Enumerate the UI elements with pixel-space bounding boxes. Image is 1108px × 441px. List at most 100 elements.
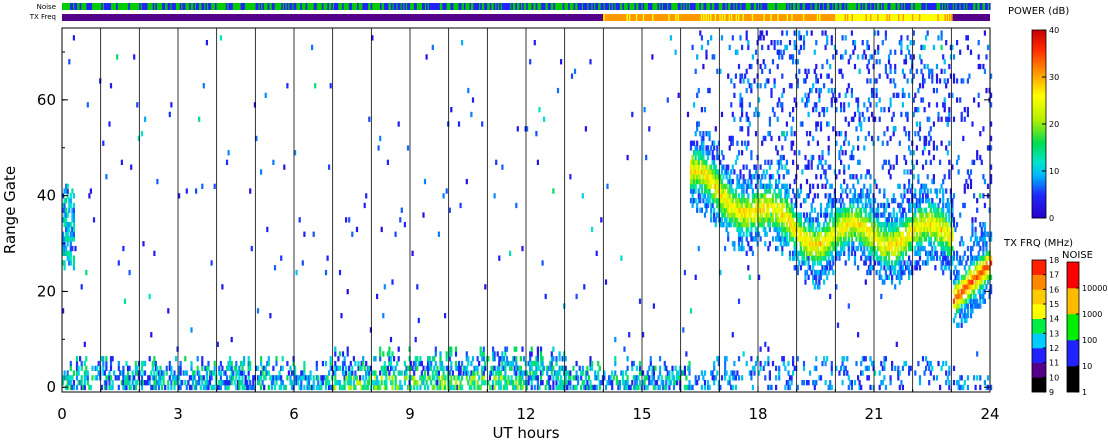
heatmap-cell xyxy=(552,384,555,391)
heatmap-cell xyxy=(734,188,737,194)
heatmap-cell xyxy=(536,375,539,381)
heatmap-cell xyxy=(973,289,976,295)
heatmap-cell xyxy=(267,384,270,391)
heatmap-cell xyxy=(686,111,690,118)
heatmap-cell xyxy=(843,178,846,185)
noise-bar-tick xyxy=(438,3,440,10)
heatmap-cell xyxy=(699,198,702,204)
heatmap-cell xyxy=(824,30,827,36)
heatmap-cell xyxy=(776,169,779,175)
heatmap-cell xyxy=(594,370,597,376)
noise-bar-tick xyxy=(108,3,110,10)
heatmap-cell xyxy=(807,92,810,98)
heatmap-cell xyxy=(891,360,894,367)
heatmap-cell xyxy=(597,360,600,367)
heatmap-cell xyxy=(419,384,422,391)
heatmap-cell xyxy=(843,202,846,209)
heatmap-cell xyxy=(853,193,857,199)
heatmap-cell xyxy=(855,236,858,242)
heatmap-cell xyxy=(908,274,911,280)
heatmap-cell xyxy=(904,131,908,137)
heatmap-cell xyxy=(974,384,977,391)
heatmap-cell xyxy=(705,49,708,55)
heatmap-cell xyxy=(65,217,68,223)
heatmap-cell xyxy=(382,313,385,319)
heatmap-cell xyxy=(736,370,739,376)
txfreq-bar-tick xyxy=(628,14,631,21)
heatmap-cell xyxy=(324,269,328,276)
heatmap-cell xyxy=(770,384,773,391)
heatmap-cell xyxy=(423,178,427,185)
heatmap-cell xyxy=(256,365,260,371)
heatmap-cell xyxy=(908,92,911,98)
txfreq-bar-tick xyxy=(724,14,726,21)
heatmap-cell xyxy=(142,241,145,247)
heatmap-cell xyxy=(915,231,918,237)
heatmap-cell xyxy=(734,73,737,79)
heatmap-cell xyxy=(702,198,705,204)
noise-bar-tick xyxy=(197,3,199,10)
heatmap-cell xyxy=(493,384,496,391)
heatmap-cell xyxy=(72,236,75,242)
noise-bar-tick xyxy=(714,3,716,10)
heatmap-cell xyxy=(971,217,974,223)
heatmap-cell xyxy=(864,198,867,204)
heatmap-cell xyxy=(767,159,770,165)
heatmap-cell xyxy=(897,92,900,98)
heatmap-cell xyxy=(688,365,691,371)
heatmap-cell xyxy=(892,111,895,118)
heatmap-cell xyxy=(799,231,802,237)
heatmap-cell xyxy=(103,370,106,376)
heatmap-cell xyxy=(515,360,518,367)
heatmap-cell xyxy=(286,83,289,89)
heatmap-cell xyxy=(471,97,475,103)
heatmap-cell xyxy=(940,44,943,51)
heatmap-cell xyxy=(297,380,300,386)
heatmap-cell xyxy=(976,298,979,304)
heatmap-cell xyxy=(394,365,397,371)
heatmap-cell xyxy=(196,356,199,362)
heatmap-cell xyxy=(870,222,874,228)
heatmap-cell xyxy=(959,313,962,319)
heatmap-cell xyxy=(767,245,770,252)
heatmap-cell xyxy=(86,380,89,386)
heatmap-cell xyxy=(414,360,417,367)
heatmap-cell xyxy=(790,375,793,381)
heatmap-cell xyxy=(368,380,371,386)
heatmap-cell xyxy=(903,193,906,199)
heatmap-cell xyxy=(747,193,750,199)
heatmap-cell xyxy=(430,380,433,386)
heatmap-cell xyxy=(818,284,821,290)
heatmap-cell xyxy=(345,370,348,376)
heatmap-cell xyxy=(742,193,745,199)
heatmap-cell xyxy=(569,375,572,381)
heatmap-cell xyxy=(125,360,128,367)
heatmap-cell xyxy=(886,140,889,146)
heatmap-cell xyxy=(832,269,835,276)
heatmap-cell xyxy=(801,121,804,127)
heatmap-cell xyxy=(280,384,283,391)
heatmap-cell xyxy=(481,121,484,127)
heatmap-cell xyxy=(869,183,872,189)
heatmap-cell xyxy=(815,279,818,285)
heatmap-cell xyxy=(753,365,756,371)
heatmap-cell xyxy=(521,346,524,352)
heatmap-cell xyxy=(959,212,962,218)
heatmap-cell xyxy=(914,131,917,137)
heatmap-cell xyxy=(69,365,72,371)
txfreq-bar-tick xyxy=(719,14,721,21)
heatmap-cell xyxy=(638,360,642,367)
heatmap-cell xyxy=(764,83,767,89)
heatmap-cell xyxy=(819,260,823,266)
heatmap-cell xyxy=(736,174,739,180)
heatmap-cell xyxy=(91,365,94,371)
heatmap-cell xyxy=(266,226,269,233)
noise-bar-tick xyxy=(940,3,942,10)
heatmap-cell xyxy=(340,313,343,319)
heatmap-cell xyxy=(920,59,923,65)
heatmap-cell xyxy=(867,68,870,74)
heatmap-cell xyxy=(920,236,923,242)
heatmap-cell xyxy=(683,365,686,371)
noise-bar-tick xyxy=(109,3,111,10)
heatmap-cell xyxy=(544,293,547,300)
